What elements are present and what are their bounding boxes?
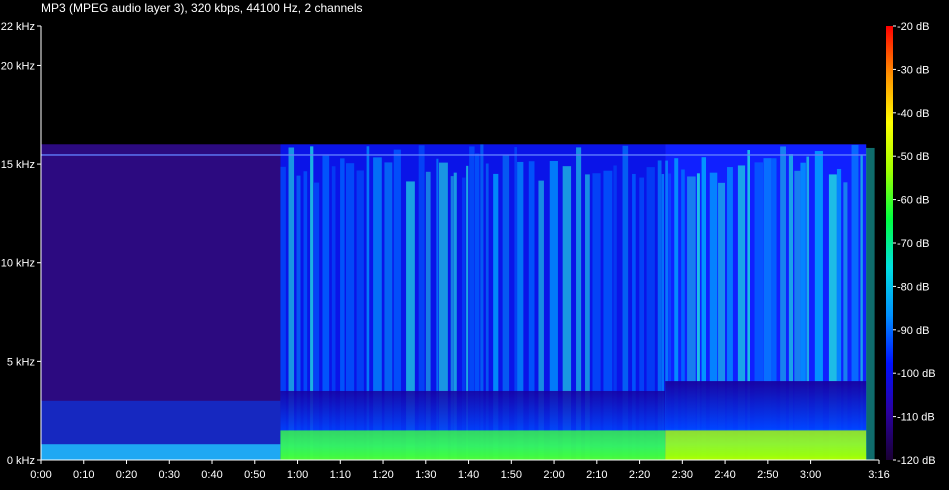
x-tick-label: 3:00 [800,469,821,481]
lowpass-edge-line [41,154,867,156]
bass-band [665,430,867,460]
x-tick-label: 2:20 [629,469,650,481]
x-tick-label: 1:10 [330,469,351,481]
spectral-streak [866,147,875,460]
spectrogram-image [41,144,875,461]
colorbar-tick-label: -40 dB [897,108,929,120]
x-tick-label: 0:00 [30,469,51,481]
colorbar-tick-label: -50 dB [897,151,929,163]
colorbar-tick-label: -100 dB [897,368,936,380]
quiet-bass-band [41,444,281,460]
colorbar-tick-label: -120 dB [897,455,936,467]
bass-band [280,430,666,460]
y-tick-label: 10 kHz [1,258,35,270]
colorbar-scale [886,26,893,460]
x-tick-label: 2:40 [714,469,735,481]
y-tick-label: 15 kHz [1,159,35,171]
y-tick-label: 22 kHz [1,21,35,33]
x-tick-label: 0:50 [244,469,265,481]
x-tick-label: 2:00 [543,469,564,481]
colorbar-tick-label: -110 dB [897,412,935,424]
y-tick-label: 20 kHz [1,60,35,72]
x-tick-label: 3:16 [868,469,889,481]
colorbar: -20 dB -30 dB -40 dB -50 dB -60 dB -70 dB -80 … [886,21,936,467]
x-tick-label: 1:20 [372,469,393,481]
x-tick-label: 0:40 [201,469,222,481]
colorbar-tick-label: -30 dB [897,64,929,76]
x-tick-label: 2:10 [586,469,607,481]
spectrogram-chart: 22 kHz 20 kHz 15 kHz 10 kHz 5 kHz 0 kHz 0:00 0:… [1,21,936,481]
colorbar-tick-label: -80 dB [897,281,929,293]
x-tick-label: 0:20 [116,469,137,481]
colorbar-tick-label: -70 dB [897,238,929,250]
x-tick-label: 2:50 [757,469,778,481]
x-tick-label: 1:30 [415,469,436,481]
colorbar-tick-label: -90 dB [897,325,929,337]
x-tick-label: 1:50 [501,469,522,481]
x-tick-label: 2:30 [672,469,693,481]
colorbar-tick-label: -20 dB [897,21,929,33]
x-tick-label: 1:00 [287,469,308,481]
x-tick-label: 0:10 [73,469,94,481]
x-tick-label: 1:40 [458,469,479,481]
y-tick-label: 5 kHz [7,356,35,368]
colorbar-tick-label: -60 dB [897,195,929,207]
x-tick-label: 0:30 [159,469,180,481]
y-tick-label: 0 kHz [7,455,35,467]
